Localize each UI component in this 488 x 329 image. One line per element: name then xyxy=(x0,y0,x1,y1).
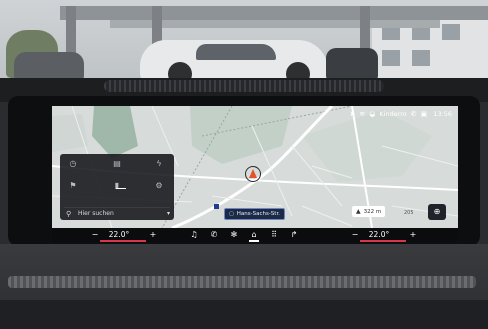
search-icon: ⚲ xyxy=(66,210,72,218)
phone-icon: ✆ xyxy=(410,110,417,118)
carport-roof xyxy=(60,6,488,20)
street-name: Hans-Sachs-Str. xyxy=(236,211,280,217)
navigation-widget: ◷ ▤ ϟ ⚑ ▮ ⚙ ⚲ Hier suchen ▾ xyxy=(60,154,174,220)
field-area xyxy=(302,110,432,182)
phone-call-icon[interactable]: ✆ xyxy=(208,228,220,242)
right-temp-indicator xyxy=(360,240,406,242)
charging-icon[interactable]: ϟ xyxy=(152,158,166,170)
dashboard-trim xyxy=(8,276,476,288)
location-arrow-icon: ➤ xyxy=(349,110,356,118)
navigation-map[interactable]: ➤ ≋ ◒ Kinderro ✆ ▣ 13:56 ◷ ▤ ϟ ⚑ ▮ ⚙ ⚲ H… xyxy=(52,106,458,228)
selection-indicator xyxy=(116,188,126,189)
park-area xyxy=(92,106,138,158)
window xyxy=(382,50,400,66)
climate-bar: − 22.0° + ♫ ✆ ✻ ⌂ ⠿ ↱ − 22.0° + xyxy=(52,228,458,242)
apps-icon[interactable]: ⠿ xyxy=(268,228,280,242)
search-bar[interactable]: ⚲ Hier suchen ▾ xyxy=(64,207,170,219)
vehicle-position xyxy=(245,166,261,182)
window xyxy=(412,50,430,66)
route-history-icon[interactable]: ◷ xyxy=(66,158,80,170)
mountain-icon: ▲ xyxy=(356,208,361,215)
navigation-arrow-icon xyxy=(249,169,257,178)
left-temp-minus-button[interactable]: − xyxy=(90,228,100,242)
parked-car-dark xyxy=(326,48,378,80)
altitude-value: 322 m xyxy=(363,208,382,215)
left-temp-plus-button[interactable]: + xyxy=(148,228,158,242)
parked-car-left xyxy=(14,52,84,80)
compass-button[interactable]: ⊕ xyxy=(428,204,446,220)
settings-icon[interactable]: ⚙ xyxy=(152,180,166,192)
navigation-icon[interactable]: ↱ xyxy=(288,228,300,242)
fuel-icon[interactable]: ▮ xyxy=(110,180,124,192)
message-icon: ▣ xyxy=(420,110,428,118)
minor-road xyxy=(391,205,458,217)
chevron-down-icon[interactable]: ▾ xyxy=(167,208,170,219)
profile-name[interactable]: Kinderro xyxy=(379,110,406,118)
altitude-box: ▲ 322 m xyxy=(352,206,386,217)
hotspot-icon: ≋ xyxy=(359,110,366,118)
poi-marker[interactable] xyxy=(214,204,219,209)
distance-hint: 205 xyxy=(404,210,414,216)
left-temp-indicator xyxy=(100,240,146,242)
active-indicator xyxy=(249,240,259,242)
car-profile-icon: ◒ xyxy=(369,110,376,118)
right-temp-plus-button[interactable]: + xyxy=(408,228,418,242)
window xyxy=(442,24,460,40)
fan-icon[interactable]: ✻ xyxy=(228,228,240,242)
car-window xyxy=(196,44,276,60)
flag-icon[interactable]: ⚑ xyxy=(66,180,80,192)
air-vent xyxy=(104,80,384,92)
clock: 13:56 xyxy=(433,110,452,118)
search-label: Hier suchen xyxy=(78,210,114,217)
right-temp-minus-button[interactable]: − xyxy=(350,228,360,242)
field-area xyxy=(52,114,88,152)
infotainment-screen: ➤ ≋ ◒ Kinderro ✆ ▣ 13:56 ◷ ▤ ϟ ⚑ ▮ ⚙ ⚲ H… xyxy=(52,106,458,242)
status-bar: ➤ ≋ ◒ Kinderro ✆ ▣ 13:56 xyxy=(350,108,452,120)
green-area xyxy=(190,106,292,164)
street-sign-icon: ▢ xyxy=(229,211,234,217)
music-icon[interactable]: ♫ xyxy=(188,228,200,242)
compass-icon: ⊕ xyxy=(433,207,441,216)
minor-road xyxy=(301,205,353,227)
calendar-icon[interactable]: ▤ xyxy=(110,158,124,170)
current-street: ▢ Hans-Sachs-Str. xyxy=(224,208,285,220)
dashboard-bottom xyxy=(0,300,488,329)
